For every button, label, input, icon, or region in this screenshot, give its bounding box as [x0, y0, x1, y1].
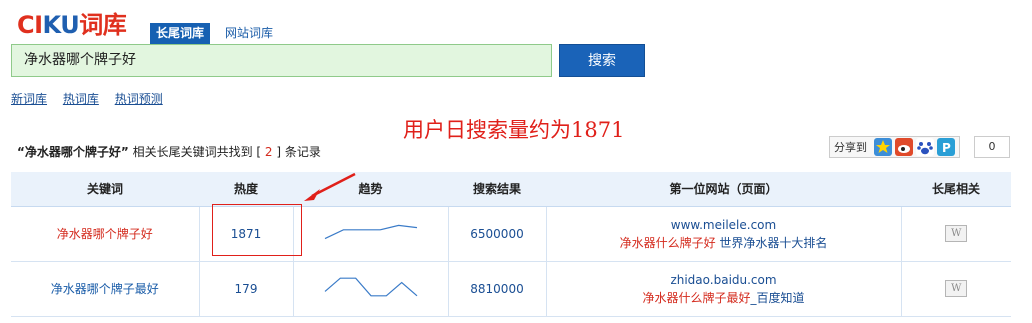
weibo-icon[interactable]: [895, 138, 913, 156]
site-title-blue: _百度知道: [750, 290, 805, 305]
share-bar: 分享到 P: [829, 136, 960, 158]
search-button[interactable]: 搜索: [559, 44, 645, 77]
svg-text:P: P: [942, 141, 951, 155]
pengyou-icon[interactable]: P: [937, 138, 955, 156]
table-row: 净水器哪个牌子最好 179 8810000 zhidao.baidu.com 净…: [11, 261, 1011, 317]
search-input[interactable]: 净水器哪个牌子好: [11, 44, 552, 77]
site-title-red: 净水器什么牌子最好: [642, 290, 751, 305]
logo-part-3: 词库: [79, 11, 127, 39]
annotation-arrow-icon: [304, 172, 356, 201]
nav-links: 新词库 热词库 热词预测: [11, 90, 175, 107]
header-longtail-related: 长尾相关: [901, 172, 1011, 207]
tab-site-lexicon[interactable]: 网站词库: [219, 23, 279, 44]
logo-part-2: KU: [42, 11, 80, 39]
header-top-site: 第一位网站（页面）: [546, 172, 901, 207]
site-domain[interactable]: www.meilele.com: [547, 216, 901, 234]
table-row: 净水器哪个牌子好 1871 6500000 www.meilele.com 净水…: [11, 206, 1011, 262]
row-top-site: www.meilele.com 净水器什么牌子好 世界净水器十大排名: [546, 206, 902, 262]
summary-count: 2: [264, 145, 273, 159]
summary-keyword: “净水器哪个牌子好”: [17, 145, 129, 159]
trend-sparkline: [324, 224, 417, 240]
site-title-red: 净水器什么牌子好: [619, 235, 716, 250]
row-search-results[interactable]: 8810000: [448, 261, 547, 317]
result-summary: “净水器哪个牌子好” 相关长尾关键词共找到 [ 2 ] 条记录: [17, 143, 321, 160]
row-related: W: [901, 261, 1011, 317]
header-heat: 热度: [199, 172, 293, 207]
site-title[interactable]: 净水器什么牌子好 世界净水器十大排名: [547, 234, 901, 252]
share-count: 0: [974, 136, 1010, 158]
keyword-results-table: 关键词 热度 趋势 搜索结果 第一位网站（页面） 长尾相关 净水器哪个牌子好 1…: [11, 172, 1011, 317]
link-new-lexicon[interactable]: 新词库: [11, 92, 47, 106]
row-trend: [293, 206, 449, 262]
row-search-results[interactable]: 6500000: [448, 206, 547, 262]
row-keyword[interactable]: 净水器哪个牌子好: [11, 206, 200, 262]
site-title-blue: 世界净水器十大排名: [715, 235, 828, 250]
header-search-results: 搜索结果: [448, 172, 546, 207]
qzone-icon[interactable]: [874, 138, 892, 156]
row-trend: [293, 261, 449, 317]
table-header-row: 关键词 热度 趋势 搜索结果 第一位网站（页面） 长尾相关: [11, 172, 1011, 207]
logo-part-1: CI: [17, 11, 43, 39]
site-title[interactable]: 净水器什么牌子最好_百度知道: [547, 289, 901, 307]
link-hot-lexicon[interactable]: 热词库: [63, 92, 99, 106]
share-label: 分享到: [834, 141, 867, 154]
row-heat: 179: [199, 261, 294, 317]
related-word-icon[interactable]: W: [945, 280, 968, 297]
row-keyword[interactable]: 净水器哪个牌子最好: [11, 261, 200, 317]
header-keyword: 关键词: [11, 172, 199, 207]
row-related: W: [901, 206, 1011, 262]
tab-longtail-lexicon[interactable]: 长尾词库: [150, 23, 211, 44]
ciku-logo[interactable]: CIKU词库: [17, 10, 127, 40]
link-hot-forecast[interactable]: 热词预测: [115, 92, 163, 106]
row-top-site: zhidao.baidu.com 净水器什么牌子最好_百度知道: [546, 261, 902, 317]
summary-text-2: ] 条记录: [272, 145, 321, 159]
related-word-icon[interactable]: W: [945, 225, 968, 242]
trend-sparkline: [324, 277, 417, 297]
annotation-text: 用户日搜索量约为1871: [403, 118, 625, 142]
baidu-icon[interactable]: [916, 138, 934, 156]
site-domain[interactable]: zhidao.baidu.com: [547, 271, 901, 289]
summary-text-1: 相关长尾关键词共找到 [: [128, 145, 265, 159]
heat-highlight-box: [212, 204, 302, 256]
